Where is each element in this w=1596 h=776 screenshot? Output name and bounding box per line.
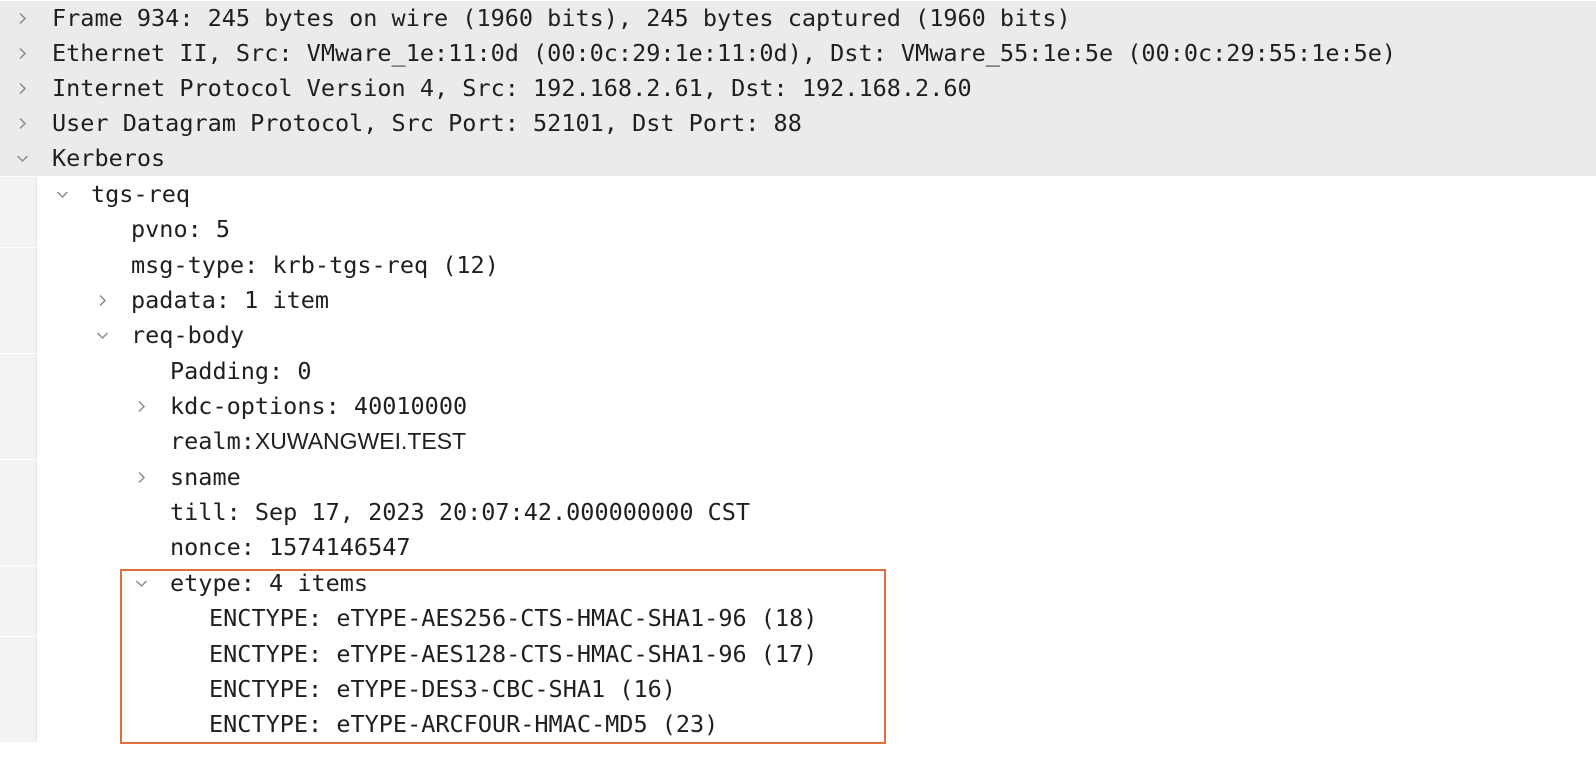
chevron-right-icon[interactable] (12, 36, 32, 71)
row-label: till: Sep 17, 2023 20:07:42.000000000 CS… (170, 495, 750, 530)
chevron-right-icon[interactable] (131, 460, 151, 495)
row-gutter (0, 389, 37, 424)
row-gutter (0, 460, 37, 495)
udp-row[interactable]: User Datagram Protocol, Src Port: 52101,… (0, 106, 1596, 141)
row-label: realm:XUWANGWEI.TEST (170, 424, 466, 459)
row-label-text: nonce: 1574146547 (170, 533, 411, 561)
row-gutter (0, 637, 37, 672)
chevron-right-icon[interactable] (12, 71, 32, 106)
chevron-right-icon[interactable] (12, 106, 32, 141)
enctype-row-3[interactable]: ENCTYPE: eTYPE-DES3-CBC-SHA1 (16) (0, 672, 1596, 707)
row-label-text: realm: (170, 427, 255, 455)
row-gutter (0, 248, 37, 283)
row-gutter (0, 354, 37, 389)
row-label: Ethernet II, Src: VMware_1e:11:0d (00:0c… (52, 36, 1396, 71)
msg-type-row[interactable]: msg-type: krb-tgs-req (12) (0, 248, 1596, 283)
row-gutter (0, 177, 37, 212)
row-label: tgs-req (91, 177, 190, 212)
kerberos-row[interactable]: Kerberos (0, 141, 1596, 176)
row-label-text: Internet Protocol Version 4, Src: 192.16… (52, 74, 972, 102)
row-label: Kerberos (52, 141, 165, 176)
row-label: ENCTYPE: eTYPE-AES256-CTS-HMAC-SHA1-96 (… (209, 601, 817, 636)
till-row[interactable]: till: Sep 17, 2023 20:07:42.000000000 CS… (0, 495, 1596, 530)
enctype-row-4[interactable]: ENCTYPE: eTYPE-ARCFOUR-HMAC-MD5 (23) (0, 707, 1596, 742)
row-gutter (0, 672, 37, 707)
row-label-text: ENCTYPE: eTYPE-AES256-CTS-HMAC-SHA1-96 (… (209, 604, 818, 632)
row-gutter (0, 566, 37, 601)
pvno-row[interactable]: pvno: 5 (0, 212, 1596, 247)
row-label: Padding: 0 (170, 354, 311, 389)
row-label: ENCTYPE: eTYPE-AES128-CTS-HMAC-SHA1-96 (… (209, 637, 817, 672)
row-value-text: XUWANGWEI.TEST (254, 428, 467, 454)
req-body-row[interactable]: req-body (0, 318, 1596, 353)
row-label: Frame 934: 245 bytes on wire (1960 bits)… (52, 1, 1071, 36)
row-label-text: padata: 1 item (131, 286, 330, 314)
row-label: ENCTYPE: eTYPE-ARCFOUR-HMAC-MD5 (23) (209, 707, 718, 742)
ipv4-row[interactable]: Internet Protocol Version 4, Src: 192.16… (0, 71, 1596, 106)
row-label-text: pvno: 5 (131, 215, 231, 243)
chevron-down-icon[interactable] (92, 318, 112, 353)
row-label: sname (170, 460, 241, 495)
etype-row[interactable]: etype: 4 items (0, 566, 1596, 601)
row-gutter (0, 495, 37, 530)
row-label-text: Kerberos (52, 144, 166, 172)
sname-row[interactable]: sname (0, 460, 1596, 495)
chevron-right-icon[interactable] (131, 389, 151, 424)
kdc-options-row[interactable]: kdc-options: 40010000 (0, 389, 1596, 424)
row-label: ENCTYPE: eTYPE-DES3-CBC-SHA1 (16) (209, 672, 676, 707)
chevron-down-icon[interactable] (52, 177, 72, 212)
row-label: pvno: 5 (131, 212, 230, 247)
row-gutter (0, 424, 37, 459)
padata-row[interactable]: padata: 1 item (0, 283, 1596, 318)
chevron-right-icon[interactable] (92, 283, 112, 318)
row-label: User Datagram Protocol, Src Port: 52101,… (52, 106, 802, 141)
row-label-text: msg-type: krb-tgs-req (12) (131, 251, 499, 279)
frame-row[interactable]: Frame 934: 245 bytes on wire (1960 bits)… (0, 1, 1596, 36)
row-label-text: etype: 4 items (170, 569, 369, 597)
row-label-text: Ethernet II, Src: VMware_1e:11:0d (00:0c… (52, 39, 1397, 67)
realm-row[interactable]: realm:XUWANGWEI.TEST (0, 424, 1596, 459)
row-gutter (0, 707, 37, 742)
row-label: Internet Protocol Version 4, Src: 192.16… (52, 71, 972, 106)
enctype-row-2[interactable]: ENCTYPE: eTYPE-AES128-CTS-HMAC-SHA1-96 (… (0, 637, 1596, 672)
row-label-text: ENCTYPE: eTYPE-DES3-CBC-SHA1 (16) (209, 675, 676, 703)
row-label-text: kdc-options: 40010000 (170, 392, 468, 420)
row-label: nonce: 1574146547 (170, 530, 411, 565)
enctype-row-1[interactable]: ENCTYPE: eTYPE-AES256-CTS-HMAC-SHA1-96 (… (0, 601, 1596, 636)
row-label-text: ENCTYPE: eTYPE-ARCFOUR-HMAC-MD5 (23) (209, 710, 719, 738)
row-label-text: tgs-req (91, 180, 191, 208)
chevron-right-icon[interactable] (12, 1, 32, 36)
row-label: req-body (131, 318, 244, 353)
row-label-text: till: Sep 17, 2023 20:07:42.000000000 CS… (170, 498, 751, 526)
padding-row[interactable]: Padding: 0 (0, 354, 1596, 389)
row-gutter (0, 283, 37, 318)
tgs-req-row[interactable]: tgs-req (0, 177, 1596, 212)
row-gutter (0, 530, 37, 565)
row-label-text: req-body (131, 321, 245, 349)
row-label-text: Frame 934: 245 bytes on wire (1960 bits)… (52, 4, 1071, 32)
ethernet-row[interactable]: Ethernet II, Src: VMware_1e:11:0d (00:0c… (0, 36, 1596, 71)
row-label: etype: 4 items (170, 566, 368, 601)
row-label: msg-type: krb-tgs-req (12) (131, 248, 499, 283)
row-gutter (0, 318, 37, 353)
row-label: kdc-options: 40010000 (170, 389, 467, 424)
row-label-text: Padding: 0 (170, 357, 312, 385)
chevron-down-icon[interactable] (12, 141, 32, 176)
row-label: padata: 1 item (131, 283, 329, 318)
row-label-text: sname (170, 463, 241, 491)
row-gutter (0, 212, 37, 247)
nonce-row[interactable]: nonce: 1574146547 (0, 530, 1596, 565)
row-label-text: User Datagram Protocol, Src Port: 52101,… (52, 109, 802, 137)
chevron-down-icon[interactable] (131, 566, 151, 601)
row-gutter (0, 601, 37, 636)
row-label-text: ENCTYPE: eTYPE-AES128-CTS-HMAC-SHA1-96 (… (209, 640, 818, 668)
packet-details-tree: Frame 934: 245 bytes on wire (1960 bits)… (0, 0, 1596, 776)
